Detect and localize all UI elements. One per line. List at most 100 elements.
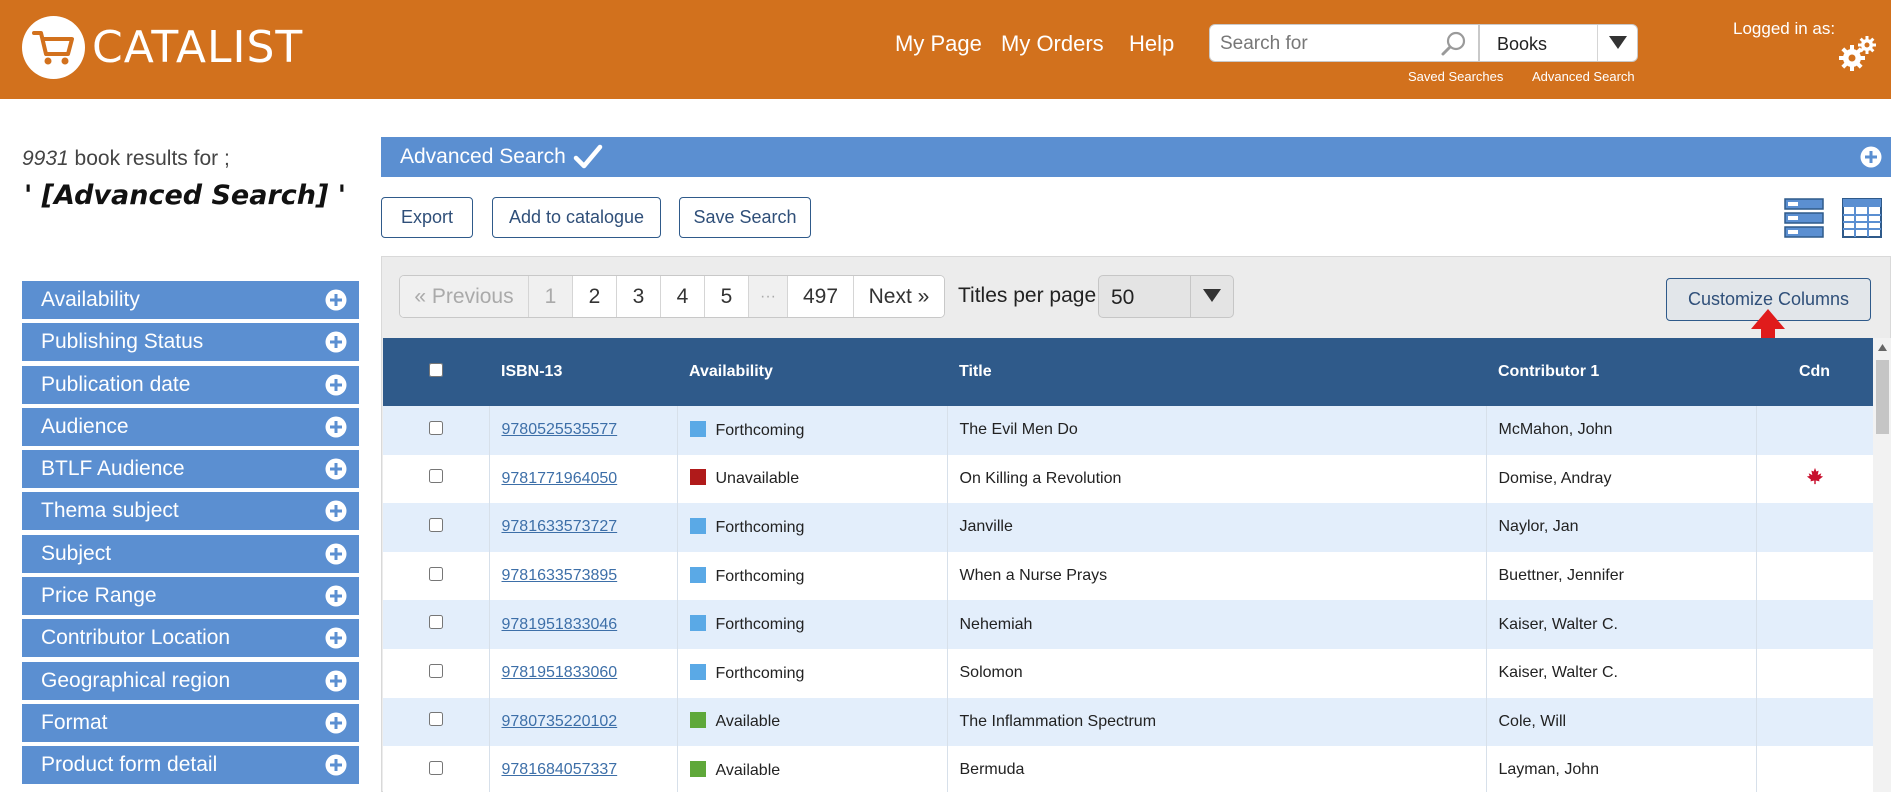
row-select-cell	[383, 600, 490, 649]
expand-plus-icon[interactable]	[325, 374, 347, 396]
isbn-cell: 9780525535577	[489, 406, 678, 455]
isbn-link[interactable]: 9781951833060	[502, 664, 618, 681]
pager-page-1[interactable]: 1	[529, 276, 573, 317]
contributor-cell: Domise, Andray	[1486, 454, 1757, 504]
column-header-title[interactable]: Title	[947, 338, 1486, 406]
isbn-cell: 9781951833046	[489, 600, 678, 649]
titles-per-page-dropdown-button[interactable]	[1190, 276, 1233, 317]
row-checkbox[interactable]	[428, 469, 443, 484]
logo-text[interactable]: CATALIST	[92, 22, 303, 73]
facet-format[interactable]: Format	[22, 703, 359, 742]
column-header-cdn[interactable]: Cdn	[1756, 338, 1873, 406]
contributor-cell: Buettner, Jennifer	[1486, 551, 1757, 601]
scroll-thumb[interactable]	[1876, 360, 1889, 434]
pager-previous[interactable]: « Previous	[400, 276, 529, 317]
facet-publishing-status[interactable]: Publishing Status	[22, 323, 359, 362]
row-checkbox[interactable]	[428, 615, 443, 630]
facet-price-range[interactable]: Price Range	[22, 577, 359, 616]
export-button[interactable]: Export	[381, 197, 473, 238]
save-search-button[interactable]: Save Search	[679, 197, 811, 238]
isbn-link[interactable]: 9780735220102	[502, 713, 618, 730]
expand-plus-icon[interactable]	[325, 416, 347, 438]
expand-plus-icon[interactable]	[325, 331, 347, 353]
facet-label: Geographical region	[41, 668, 231, 692]
advanced-search-bar[interactable]: Advanced Search	[381, 137, 1891, 177]
expand-plus-icon[interactable]	[325, 543, 347, 565]
pager-page-2[interactable]: 2	[573, 276, 617, 317]
table-scrollbar[interactable]	[1873, 338, 1891, 792]
search-input[interactable]	[1220, 32, 1430, 56]
cdn-cell	[1756, 698, 1873, 747]
nav-my-orders[interactable]: My Orders	[1001, 31, 1104, 57]
logged-in-label: Logged in as:	[1733, 19, 1836, 38]
facet-audience[interactable]: Audience	[22, 407, 359, 446]
isbn-link[interactable]: 9781771964050	[502, 470, 618, 487]
isbn-cell: 9781771964050	[489, 454, 678, 504]
nav-help[interactable]: Help	[1129, 31, 1174, 57]
availability-cell: Available	[677, 746, 948, 792]
facet-geographical-region[interactable]: Geographical region	[22, 661, 359, 700]
row-checkbox[interactable]	[428, 566, 443, 581]
availability-cell: Unavailable	[677, 454, 948, 504]
availability-cell: Forthcoming	[677, 503, 948, 552]
pager-page-3[interactable]: 3	[617, 276, 661, 317]
facet-thema-subject[interactable]: Thema subject	[22, 492, 359, 531]
facet-publication-date[interactable]: Publication date	[22, 365, 359, 404]
select-all-checkbox[interactable]	[429, 362, 443, 377]
advanced-search-link[interactable]: Advanced Search	[1532, 69, 1635, 84]
column-header-availability[interactable]: Availability	[677, 338, 947, 406]
table-view-icon[interactable]	[1842, 198, 1882, 238]
facet-btlf-audience[interactable]: BTLF Audience	[22, 450, 359, 489]
row-checkbox[interactable]	[428, 760, 443, 775]
pagination: « Previous 1 2 3 4 5 ··· 497 Next »	[399, 275, 945, 318]
expand-plus-icon[interactable]	[325, 585, 347, 607]
list-view-icon[interactable]	[1784, 198, 1824, 238]
expand-plus-icon[interactable]	[1860, 146, 1882, 168]
facet-subject[interactable]: Subject	[22, 534, 359, 573]
nav-my-page[interactable]: My Page	[895, 31, 982, 57]
select-all-cell	[383, 338, 489, 406]
pager-page-4[interactable]: 4	[661, 276, 705, 317]
expand-plus-icon[interactable]	[325, 712, 347, 734]
isbn-link[interactable]: 9781951833046	[502, 616, 618, 633]
search-type-dropdown-button[interactable]	[1597, 25, 1637, 61]
scroll-up-arrow-icon[interactable]	[1878, 344, 1887, 351]
isbn-link[interactable]: 9780525535577	[502, 421, 618, 438]
titles-per-page-select[interactable]: 50	[1098, 275, 1234, 318]
pager-page-497[interactable]: 497	[788, 276, 854, 317]
column-header-isbn[interactable]: ISBN-13	[489, 338, 677, 406]
result-summary: 9931 book results for ;	[22, 147, 230, 171]
availability-text: Available	[715, 713, 781, 731]
row-checkbox[interactable]	[428, 663, 443, 678]
cdn-cell	[1756, 552, 1873, 601]
gear-icon[interactable]	[1838, 34, 1878, 74]
isbn-link[interactable]: 9781633573895	[502, 567, 618, 584]
search-type-select[interactable]: Books	[1479, 24, 1638, 62]
pager-page-5[interactable]: 5	[705, 276, 749, 317]
cdn-cell	[1756, 600, 1873, 649]
table-row: 9781951833046 Forthcoming Nehemiah Kaiser, …	[383, 600, 1873, 649]
expand-plus-icon[interactable]	[325, 500, 347, 522]
add-to-catalogue-button[interactable]: Add to catalogue	[492, 197, 661, 238]
isbn-link[interactable]: 9781633573727	[502, 518, 618, 535]
expand-plus-icon[interactable]	[325, 754, 347, 776]
expand-plus-icon[interactable]	[325, 458, 347, 480]
saved-searches-link[interactable]: Saved Searches	[1408, 69, 1503, 84]
facet-product-form-detail[interactable]: Product form detail	[22, 746, 359, 785]
expand-plus-icon[interactable]	[325, 289, 347, 311]
column-header-contributor[interactable]: Contributor 1	[1486, 338, 1756, 406]
facet-label: Availability	[41, 288, 140, 311]
isbn-link[interactable]: 9781684057337	[502, 761, 618, 778]
row-checkbox[interactable]	[428, 517, 443, 532]
expand-plus-icon[interactable]	[325, 670, 347, 692]
row-checkbox[interactable]	[428, 420, 443, 435]
row-checkbox[interactable]	[428, 712, 443, 727]
availability-cell: Forthcoming	[677, 600, 948, 649]
facet-availability[interactable]: Availability	[22, 281, 359, 319]
logo[interactable]	[22, 16, 85, 79]
expand-plus-icon[interactable]	[325, 627, 347, 649]
search-icon[interactable]	[1439, 29, 1469, 59]
pager-next[interactable]: Next »	[854, 276, 944, 317]
facet-contributor-location[interactable]: Contributor Location	[22, 619, 359, 658]
search-type-value: Books	[1497, 34, 1548, 54]
